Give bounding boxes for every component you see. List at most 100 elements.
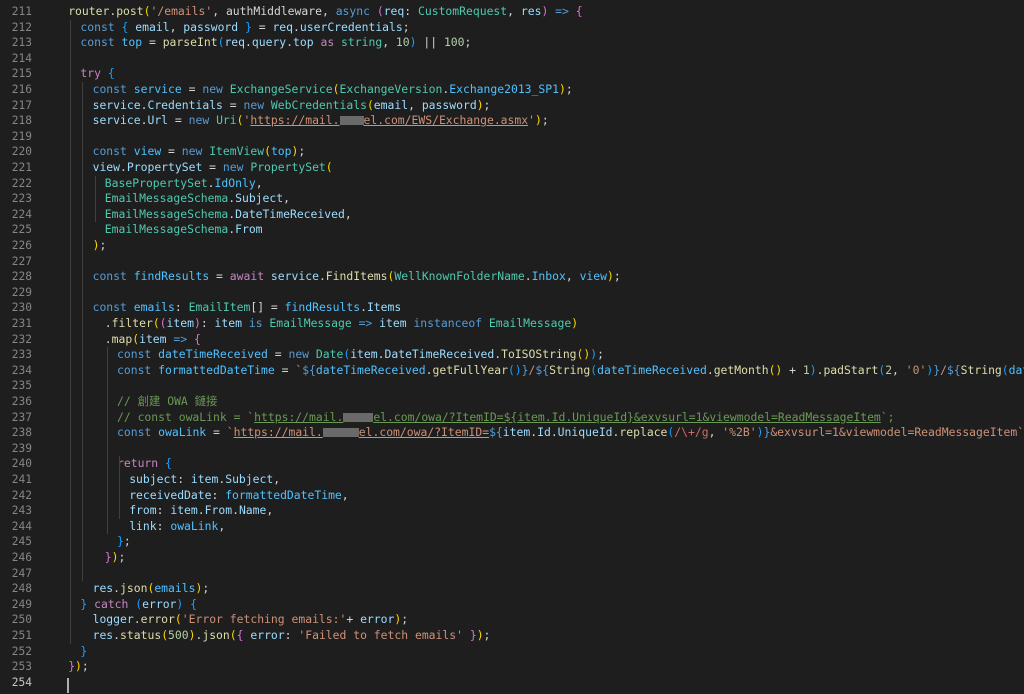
code-token: {: [236, 628, 244, 642]
code-token: {: [193, 331, 201, 346]
code-token: ToISOString: [501, 347, 577, 362]
code-token: new: [222, 160, 244, 174]
code-token: const: [117, 425, 152, 440]
code-token: (: [325, 160, 333, 174]
code-token: ${: [946, 362, 961, 377]
code-token: {: [190, 596, 197, 611]
code-token: :: [200, 316, 215, 330]
code-token: top: [121, 35, 143, 50]
code-token: const: [117, 362, 152, 377]
code-token: ;: [483, 628, 491, 642]
code-token: :: [174, 300, 189, 315]
code-token: .: [286, 35, 294, 50]
code-token: ': [528, 113, 535, 128]
code-token: res: [92, 628, 114, 642]
code-token: =: [181, 82, 203, 96]
code-line: );: [93, 238, 107, 254]
code-token: ||: [416, 35, 444, 50]
line-number: 228: [11, 270, 32, 284]
line-number: 234: [11, 363, 32, 377]
code-token: .: [360, 300, 367, 315]
code-token: =: [161, 144, 182, 159]
code-token: String: [549, 362, 591, 377]
code-token: =: [142, 35, 163, 50]
code-line: subject: item.Subject,: [129, 472, 280, 488]
code-line: const formattedDateTime = `${dateTimeRec…: [117, 363, 1024, 379]
code-token: '/emails': [150, 4, 213, 18]
code-token: findResults: [133, 269, 210, 284]
code-token: .: [293, 19, 300, 34]
code-token: ;: [118, 550, 126, 564]
code-token: {: [165, 456, 172, 471]
code-token: try: [80, 66, 101, 81]
line-number-gutter: 211 212 213 214 215 216 217 218 219 220 221 222 223 2…: [0, 0, 46, 694]
line-number: 216: [11, 83, 32, 96]
line-number: 239: [11, 441, 32, 455]
code-token: ,: [341, 487, 349, 502]
code-token: json: [202, 628, 230, 642]
code-token: ): [476, 97, 484, 112]
code-token: ,: [408, 97, 422, 112]
code-token: post: [116, 4, 144, 18]
code-token: const: [92, 269, 127, 284]
code-token: async: [335, 4, 370, 18]
code-token: item: [139, 331, 167, 346]
code-token: ExchangeVersion: [339, 82, 443, 96]
code-token: view: [92, 160, 121, 174]
code-token: =>: [555, 4, 569, 18]
code-token: item: [214, 316, 242, 330]
line-number: 224: [11, 207, 32, 221]
code-token: Subject: [225, 472, 274, 486]
line-number: 227: [11, 254, 32, 268]
code-editor[interactable]: 211 212 213 214 215 216 217 218 219 220 221 222 223 2…: [0, 0, 1024, 694]
code-token: From: [204, 503, 233, 518]
line-number: 236: [11, 395, 32, 408]
code-token: =: [209, 269, 230, 284]
code-token: userCredentials: [299, 19, 403, 34]
code-token: ;: [81, 659, 89, 674]
code-token: DateTimeReceived: [384, 347, 495, 362]
indent-guide: [70, 19, 72, 644]
line-number: 233: [11, 348, 32, 362]
code-token: dateTimeReceived: [158, 347, 268, 362]
code-token: // const owaLink = `: [117, 409, 255, 424]
code-token: logger: [92, 612, 134, 627]
code-token: =: [168, 113, 189, 128]
code-token: 1: [802, 362, 810, 377]
code-token: dateTimeReceiv: [1008, 362, 1024, 377]
code-line: receivedDate: formattedDateTime,: [129, 488, 348, 504]
code-token: https://mail.: [250, 113, 340, 128]
indent-guide: [119, 456, 120, 519]
code-token: UniqueId: [557, 425, 613, 440]
code-line: from: item.From.Name,: [129, 503, 273, 519]
code-token: }: [117, 534, 124, 549]
code-token: Id: [537, 425, 551, 440]
code-line: EmailMessageSchema.From: [105, 222, 263, 238]
code-line: res.json(emails);: [93, 581, 210, 597]
code-area[interactable]: router.post('/emails', authMiddleware, a…: [56, 0, 1024, 694]
code-token: +: [782, 362, 803, 377]
code-token: ): [193, 316, 201, 330]
code-token: 500: [168, 628, 189, 642]
code-token: el.com/EWS/Exchange.asmx: [363, 113, 529, 128]
code-token: const: [80, 19, 115, 34]
code-token: new: [181, 144, 203, 159]
code-token: status: [120, 628, 162, 642]
code-token: new: [243, 97, 265, 112]
code-token: EmailMessageSchema: [104, 206, 229, 221]
line-number: 244: [11, 519, 32, 533]
code-line: EmailMessageSchema.Subject,: [105, 191, 290, 207]
code-token: Credentials: [147, 97, 223, 112]
code-token: =: [251, 19, 273, 34]
code-line: .map(item => {: [105, 332, 201, 348]
code-line: // 創建 OWA 鏈接: [117, 394, 217, 410]
code-token: emails: [133, 300, 175, 315]
code-token: ): [809, 362, 817, 377]
code-token: EmailMessageSchema: [104, 222, 229, 237]
code-token: replace: [619, 425, 668, 440]
code-token: receivedDate: [129, 487, 212, 502]
